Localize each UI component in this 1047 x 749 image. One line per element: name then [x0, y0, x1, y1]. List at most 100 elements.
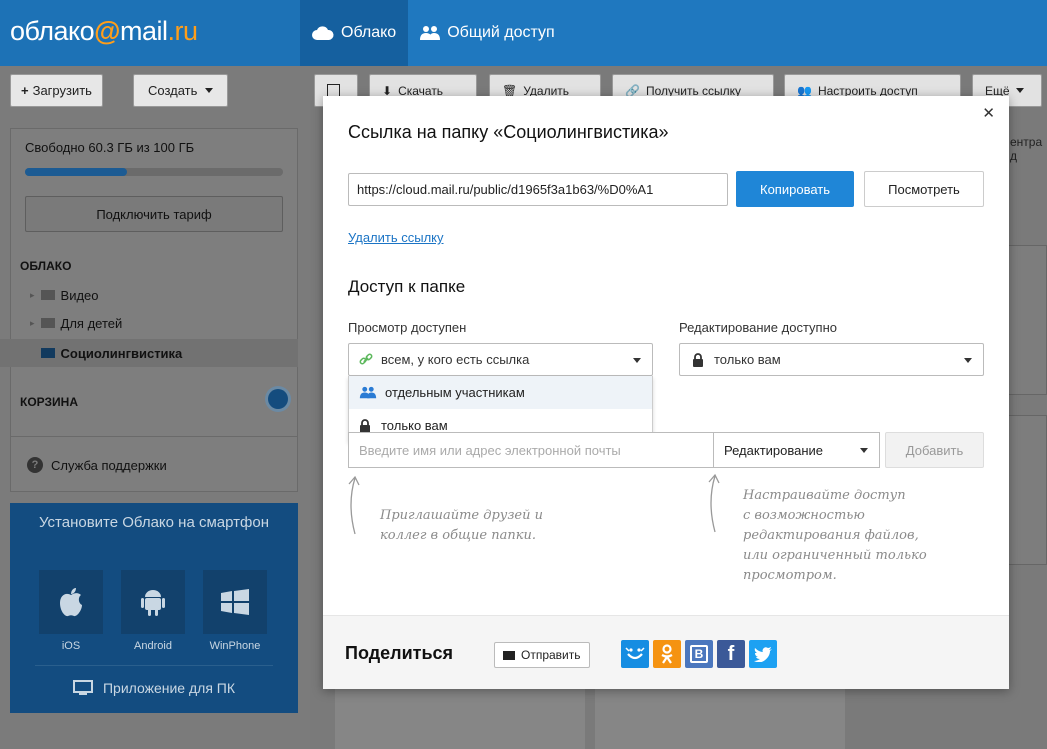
- winphone-label: WinPhone: [209, 640, 261, 652]
- link-icon: [359, 353, 373, 364]
- ios-app-button[interactable]: [39, 570, 103, 634]
- upload-button[interactable]: + Загрузить: [10, 74, 103, 107]
- android-app-button[interactable]: [121, 570, 185, 634]
- support-label: Служба поддержки: [51, 457, 167, 473]
- edit-access-select[interactable]: только вам: [679, 343, 984, 376]
- copy-button[interactable]: Копировать: [736, 171, 854, 207]
- hint-invite-friends: Приглашайте друзей и коллег в общие папк…: [380, 508, 543, 543]
- delete-link[interactable]: Удалить ссылку: [348, 230, 444, 245]
- android-label: Android: [134, 640, 172, 652]
- storage-bar: [25, 168, 283, 176]
- send-label: Отправить: [521, 648, 581, 662]
- folder-label: Социолингвистика: [60, 345, 183, 361]
- mail-ru-cloud-logo[interactable]: облако@mail.ru: [10, 16, 198, 47]
- arrow-up-icon: [348, 475, 360, 535]
- close-icon[interactable]: ✕: [982, 104, 995, 122]
- view-button[interactable]: Посмотреть: [864, 171, 984, 207]
- expand-arrow-icon[interactable]: ▸: [30, 290, 35, 301]
- share-title: Поделиться: [345, 643, 454, 663]
- lock-icon: [693, 352, 703, 367]
- arrow-up-icon: [708, 473, 720, 533]
- share-footer: Поделиться Отправить В f: [323, 615, 1009, 689]
- chevron-down-icon: [1015, 88, 1024, 93]
- folder-icon: [40, 318, 55, 328]
- chevron-down-icon: [964, 358, 972, 363]
- folder-icon: [40, 290, 55, 300]
- nav-cloud[interactable]: Облако: [300, 0, 409, 66]
- envelope-icon: [503, 650, 515, 660]
- twitter-icon[interactable]: [749, 640, 777, 668]
- file-thumbnail[interactable]: [595, 689, 845, 749]
- create-label: Создать: [148, 83, 198, 98]
- file-card[interactable]: [1008, 245, 1047, 395]
- odnoklassniki-icon[interactable]: [653, 640, 681, 668]
- header-nav: Облако Общий доступ: [300, 0, 567, 66]
- top-header: облако@mail.ru Облако Общий доступ: [0, 0, 1047, 66]
- file-card[interactable]: [1008, 415, 1047, 565]
- chevron-down-icon: [860, 448, 868, 453]
- winphone-app-button[interactable]: [203, 570, 267, 634]
- android-icon: [141, 590, 165, 616]
- trash-section-title[interactable]: КОРЗИНА: [20, 395, 78, 409]
- expand-arrow-icon[interactable]: ▸: [30, 318, 35, 329]
- vkontakte-icon[interactable]: В: [685, 640, 713, 668]
- invite-email-input[interactable]: [348, 432, 713, 468]
- logo-area[interactable]: облако@mail.ru: [0, 0, 300, 66]
- folder-item-kids[interactable]: ▸ Для детей: [0, 309, 298, 337]
- option-label: только вам: [381, 418, 448, 433]
- people-icon: [420, 26, 441, 40]
- storage-text: Свободно 60.3 ГБ из 100 ГБ: [25, 140, 195, 155]
- folder-label: Видео: [60, 287, 99, 303]
- monitor-icon: [72, 680, 93, 695]
- nav-shared[interactable]: Общий доступ: [408, 0, 567, 66]
- option-label: отдельным участникам: [385, 385, 525, 400]
- nav-shared-label: Общий доступ: [447, 24, 555, 41]
- view-access-select[interactable]: всем, у кого есть ссылка: [348, 343, 653, 376]
- pc-app-link[interactable]: Приложение для ПК: [10, 680, 298, 696]
- view-access-label: Просмотр доступен: [348, 320, 467, 335]
- nav-cloud-label: Облако: [341, 24, 397, 41]
- permission-value: Редактирование: [724, 442, 824, 458]
- tariff-button[interactable]: Подключить тариф: [25, 196, 283, 232]
- folder-label: Для детей: [60, 315, 123, 331]
- chevron-down-icon: [633, 358, 641, 363]
- divider: [35, 665, 273, 666]
- ios-label: iOS: [61, 640, 81, 652]
- plus-icon: +: [21, 83, 29, 98]
- edit-access-label: Редактирование доступно: [679, 320, 838, 335]
- mobile-app-promo: Установите Облако на смартфон iOS Androi…: [10, 503, 298, 713]
- mail-ru-smile-icon[interactable]: [621, 640, 649, 668]
- lock-icon: [360, 418, 370, 433]
- pc-app-label: Приложение для ПК: [102, 680, 236, 696]
- facebook-icon[interactable]: f: [717, 640, 745, 668]
- option-selected-members[interactable]: отдельным участникам: [349, 376, 652, 409]
- send-button[interactable]: Отправить: [494, 642, 590, 668]
- apple-icon: [60, 588, 82, 617]
- folder-access-title: Доступ к папке: [348, 277, 466, 296]
- folder-item-sociolinguistics[interactable]: ▸ Социолингвистика: [0, 339, 298, 367]
- hint-configure-access: Настраивайте доступ с возможностью редак…: [743, 488, 927, 583]
- upload-label: Загрузить: [32, 83, 92, 98]
- promo-title: Установите Облако на смартфон: [39, 514, 269, 531]
- create-button[interactable]: Создать: [133, 74, 229, 107]
- add-button[interactable]: Добавить: [885, 432, 984, 468]
- public-link-field[interactable]: [348, 173, 728, 206]
- support-link[interactable]: ? Служба поддержки: [27, 457, 167, 473]
- cloud-icon: [312, 26, 334, 40]
- dialog-title: Ссылка на папку «Социолингвистика»: [348, 122, 669, 142]
- folder-icon: [40, 348, 55, 358]
- filter-text: ентра д: [1010, 135, 1043, 163]
- windows-icon: [221, 589, 249, 615]
- chevron-down-icon: [205, 88, 214, 93]
- edit-access-value: только вам: [714, 352, 781, 367]
- storage-bar-fill: [25, 168, 128, 176]
- share-link-dialog: ✕ Ссылка на папку «Социолингвистика» Коп…: [323, 96, 1009, 689]
- trash-indicator-icon: [268, 389, 288, 409]
- folder-item-video[interactable]: ▸ Видео: [0, 281, 298, 309]
- people-icon: [359, 386, 377, 399]
- cloud-section-title: ОБЛАКО: [20, 259, 72, 273]
- question-icon: ?: [27, 457, 43, 473]
- divider: [10, 436, 298, 437]
- file-thumbnail[interactable]: [335, 689, 585, 749]
- invite-permission-select[interactable]: Редактирование: [713, 432, 880, 468]
